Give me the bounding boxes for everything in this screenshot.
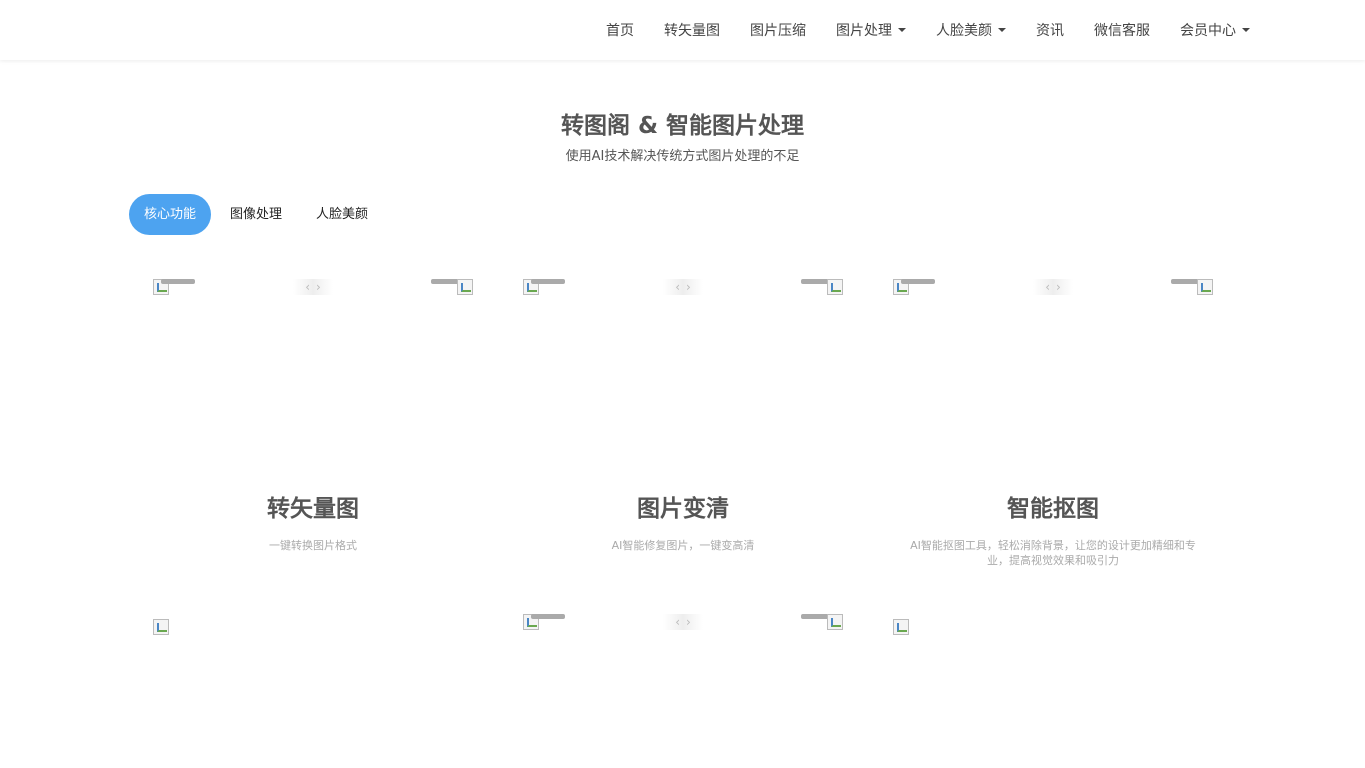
slider-bar <box>161 279 195 284</box>
tab-core-features[interactable]: 核心功能 <box>129 194 212 235</box>
broken-image-icon <box>827 279 843 295</box>
card-description: AI智能修复图片，一键变高清 <box>611 539 755 552</box>
tab-image-processing[interactable]: 图像处理 <box>215 194 297 235</box>
card-title: 转矢量图 <box>267 496 359 522</box>
chevron-down-icon <box>898 28 906 32</box>
feature-card-row2-3[interactable] <box>893 614 1213 764</box>
feature-tabs: 核心功能 图像处理 人脸美颜 <box>129 194 387 235</box>
top-navbar: 首页 转矢量图 图片压缩 图片处理 人脸美颜 资讯 微信客服 会员中心 <box>0 0 1365 60</box>
prev-arrow-icon[interactable]: ‹ <box>675 279 680 295</box>
slider-arrows[interactable]: ‹ › <box>663 614 703 630</box>
card-title: 智能抠图 <box>1007 496 1099 522</box>
chevron-down-icon <box>1242 28 1250 32</box>
nav-item-wechat-service[interactable]: 微信客服 <box>1079 0 1165 60</box>
nav-item-vector[interactable]: 转矢量图 <box>649 0 735 60</box>
next-arrow-icon[interactable]: › <box>1056 279 1061 295</box>
slider-arrows[interactable]: ‹ › <box>293 279 333 295</box>
card-description: AI智能抠图工具，轻松消除背景，让您的设计更加精细和专业，提高视觉效果和吸引力 <box>910 539 1196 567</box>
feature-card-cutout[interactable]: ‹ › 智能抠图 AI智能抠图工具，轻松消除背景，让您的设计更加精细和专业，提高… <box>893 279 1213 579</box>
slider-arrows[interactable]: ‹ › <box>663 279 703 295</box>
nav-item-compress[interactable]: 图片压缩 <box>735 0 821 60</box>
broken-image-icon <box>1197 279 1213 295</box>
card-title: 图片变清 <box>637 496 729 522</box>
image-compare-slider[interactable]: ‹ › <box>893 279 1213 299</box>
image-compare-slider[interactable]: ‹ › <box>523 279 843 299</box>
chevron-down-icon <box>998 28 1006 32</box>
page-subtitle: 使用AI技术解决传统方式图片处理的不足 <box>565 149 800 164</box>
image-compare-slider[interactable]: ‹ › <box>153 279 473 299</box>
broken-image-icon <box>457 279 473 295</box>
feature-card-row2-1[interactable] <box>153 614 473 764</box>
nav-item-image-processing[interactable]: 图片处理 <box>821 0 921 60</box>
next-arrow-icon[interactable]: › <box>316 279 321 295</box>
slider-bar <box>531 279 565 284</box>
slider-bar <box>531 614 565 619</box>
nav-item-label: 微信客服 <box>1094 23 1150 39</box>
next-arrow-icon[interactable]: › <box>686 279 691 295</box>
broken-image-icon <box>153 619 169 635</box>
feature-card-enhance[interactable]: ‹ › 图片变清 AI智能修复图片，一键变高清 <box>523 279 843 579</box>
nav-item-label: 图片处理 <box>836 23 892 39</box>
prev-arrow-icon[interactable]: ‹ <box>305 279 310 295</box>
broken-image-icon <box>893 619 909 635</box>
nav-item-face-beauty[interactable]: 人脸美颜 <box>921 0 1021 60</box>
nav-item-label: 人脸美颜 <box>936 23 992 39</box>
nav-item-member-center[interactable]: 会员中心 <box>1165 0 1265 60</box>
nav-item-label: 会员中心 <box>1180 23 1236 39</box>
nav-item-label: 资讯 <box>1036 23 1064 39</box>
feature-card-vector[interactable]: ‹ › 转矢量图 一键转换图片格式 <box>153 279 473 579</box>
slider-bar <box>901 279 935 284</box>
prev-arrow-icon[interactable]: ‹ <box>675 614 680 630</box>
nav-menu: 首页 转矢量图 图片压缩 图片处理 人脸美颜 资讯 微信客服 会员中心 <box>591 0 1265 60</box>
nav-item-label: 转矢量图 <box>664 23 720 39</box>
nav-item-home[interactable]: 首页 <box>591 0 649 60</box>
nav-item-label: 图片压缩 <box>750 23 806 39</box>
slider-arrows[interactable]: ‹ › <box>1033 279 1073 295</box>
next-arrow-icon[interactable]: › <box>686 614 691 630</box>
nav-item-news[interactable]: 资讯 <box>1021 0 1079 60</box>
broken-image-icon <box>827 614 843 630</box>
prev-arrow-icon[interactable]: ‹ <box>1045 279 1050 295</box>
image-compare-slider[interactable]: ‹ › <box>523 614 843 634</box>
feature-card-row2-2[interactable]: ‹ › <box>523 614 843 764</box>
page-title: 转图阁 & 智能图片处理 <box>560 113 805 139</box>
nav-item-label: 首页 <box>606 23 634 39</box>
card-description: 一键转换图片格式 <box>269 539 357 552</box>
tab-face-beauty[interactable]: 人脸美颜 <box>301 194 383 235</box>
